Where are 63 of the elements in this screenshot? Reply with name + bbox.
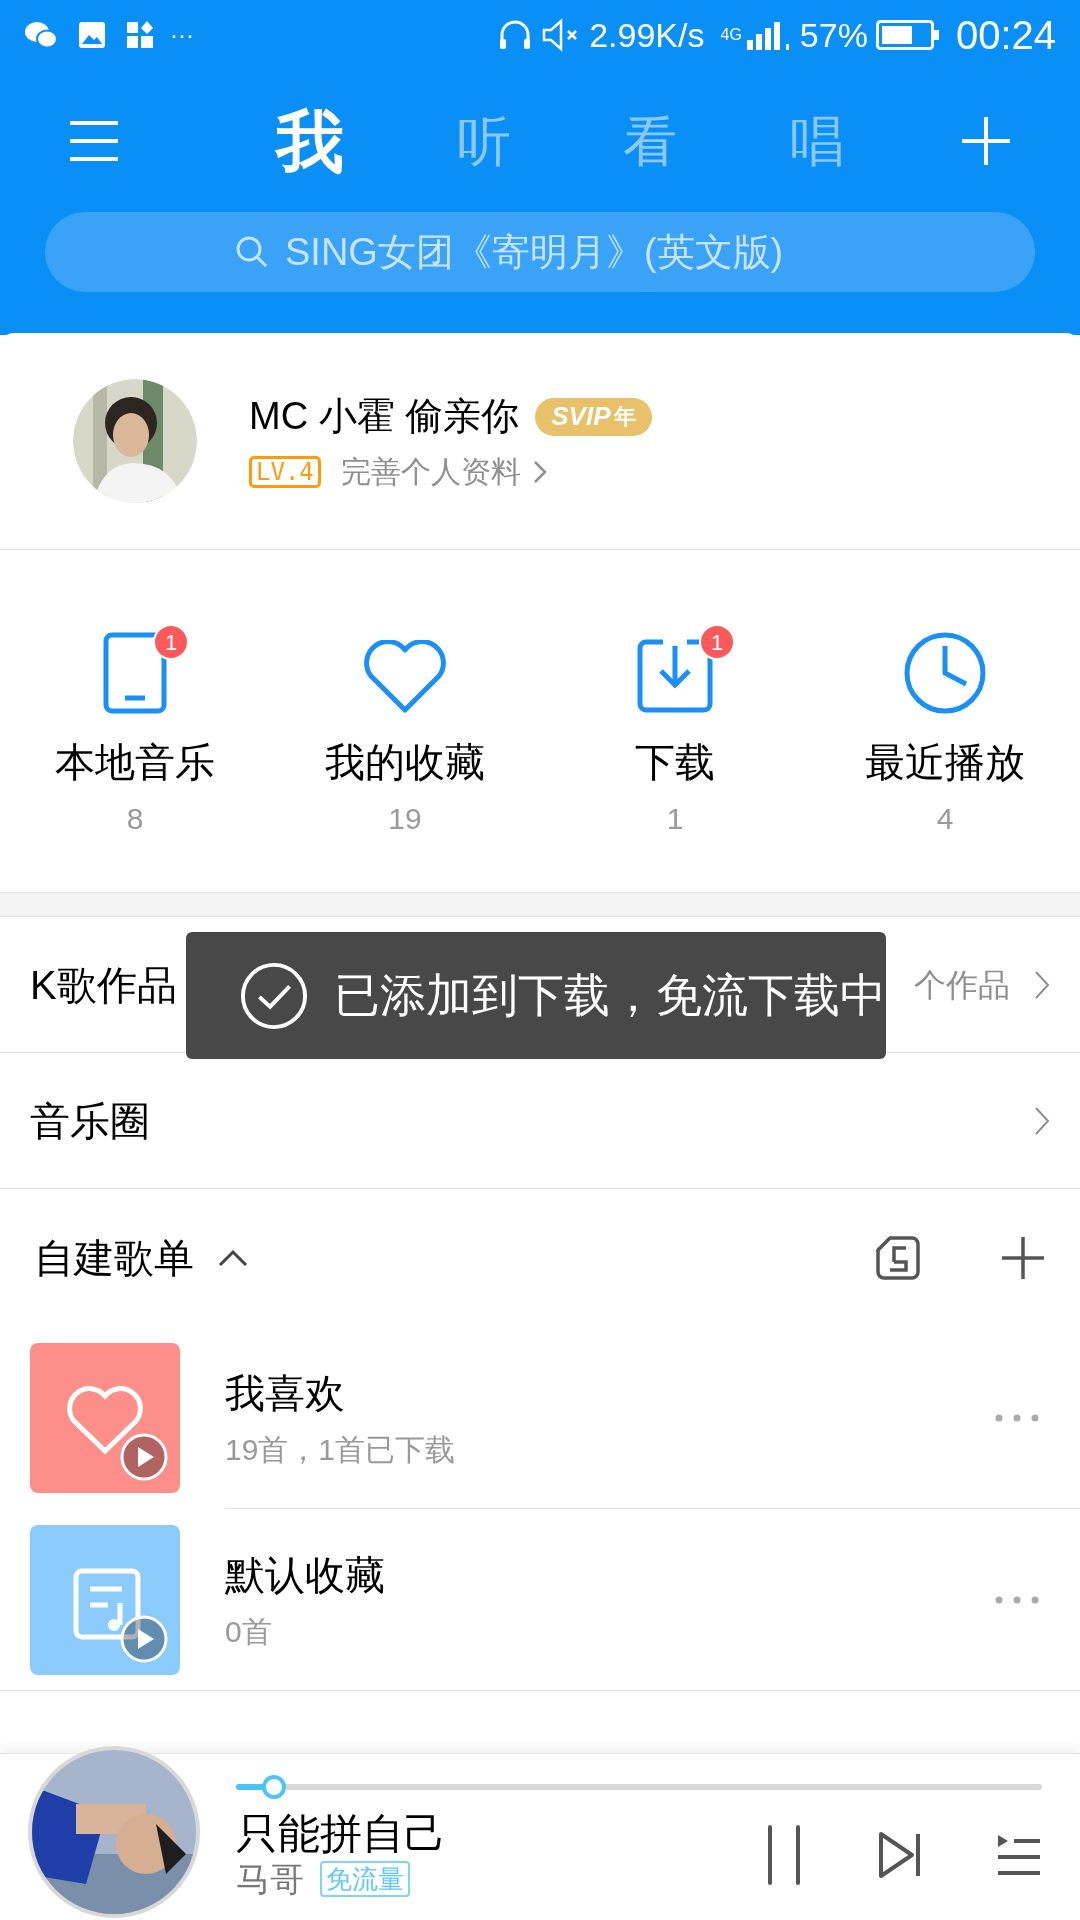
shortcut-count: 8 bbox=[126, 801, 144, 837]
playlist-title[interactable]: 我喜欢 bbox=[225, 1363, 994, 1423]
next-icon bbox=[878, 1830, 922, 1879]
battery-icon bbox=[875, 20, 940, 50]
battery-percent: 57% bbox=[799, 14, 868, 56]
row-label: 音乐圈 bbox=[30, 1097, 150, 1145]
playlist-subtitle: 0首 bbox=[225, 1614, 273, 1650]
progress-thumb[interactable] bbox=[262, 1774, 287, 1799]
add-button[interactable] bbox=[960, 115, 1012, 167]
row-label: K歌作品 bbox=[30, 961, 177, 1009]
artist-name: 马哥 bbox=[236, 1861, 304, 1896]
playlist-button[interactable] bbox=[996, 1832, 1042, 1877]
playlist-cover[interactable] bbox=[30, 1343, 180, 1493]
download-icon bbox=[637, 638, 713, 714]
shortcut-count: 4 bbox=[936, 801, 954, 837]
chevron-icon bbox=[532, 459, 547, 484]
collapse-icon[interactable] bbox=[218, 1249, 248, 1267]
import-icon[interactable] bbox=[876, 1236, 920, 1280]
count-badge: 1 bbox=[699, 624, 735, 660]
user-name: MC 小霍 偷亲你 bbox=[249, 394, 520, 439]
phone-icon bbox=[103, 632, 167, 714]
search-icon bbox=[235, 235, 269, 269]
chevron-icon bbox=[1034, 969, 1050, 1000]
song-title: 只能拼自己 bbox=[236, 1812, 447, 1855]
queue-icon bbox=[996, 1832, 1042, 1877]
plus-icon bbox=[960, 115, 1012, 167]
search-field[interactable]: SING女团《寄明月》(英文版) bbox=[45, 212, 1035, 292]
search-input[interactable]: SING女团《寄明月》(英文版) bbox=[285, 223, 845, 281]
more-icon[interactable] bbox=[994, 1594, 1040, 1605]
chevron-icon bbox=[1034, 1105, 1050, 1136]
menu-icon bbox=[68, 119, 120, 163]
playlist-title[interactable]: 默认收藏 bbox=[225, 1545, 994, 1605]
row-detail: 个作品 bbox=[914, 965, 1010, 1005]
plus-icon[interactable] bbox=[1000, 1235, 1046, 1281]
count-badge: 1 bbox=[153, 624, 189, 660]
playlist-cover[interactable] bbox=[30, 1524, 180, 1675]
playlist-subtitle: 19首，1首已下载 bbox=[225, 1432, 457, 1468]
clock: 00:24 bbox=[955, 12, 1056, 59]
signal-icon bbox=[745, 20, 792, 50]
next-button[interactable] bbox=[878, 1830, 922, 1879]
section-title: 自建歌单 bbox=[34, 1235, 194, 1282]
shortcut-label[interactable]: 最近播放 bbox=[865, 732, 1025, 792]
vip-badge: SVIP年 bbox=[535, 397, 653, 436]
image-icon bbox=[78, 21, 106, 49]
more-notifications: ··· bbox=[170, 20, 194, 50]
shortcut-count: 19 bbox=[388, 801, 422, 837]
menu-button[interactable] bbox=[68, 119, 120, 163]
shortcut-label[interactable]: 下载 bbox=[635, 732, 715, 792]
shortcut-count: 1 bbox=[666, 801, 684, 837]
shortcut-label[interactable]: 本地音乐 bbox=[55, 732, 215, 792]
level-badge: LV.4 bbox=[249, 455, 321, 488]
toast-message: 已添加到下载，免流下载中 bbox=[334, 968, 886, 1023]
network-type: 4G bbox=[720, 27, 742, 43]
network-speed: 2.99K/s bbox=[589, 14, 705, 56]
apps-icon bbox=[126, 21, 154, 49]
more-icon[interactable] bbox=[994, 1412, 1040, 1423]
free-data-tag: 免流量 bbox=[320, 1860, 410, 1897]
progress-track[interactable] bbox=[236, 1774, 1042, 1799]
shortcut-label[interactable]: 我的收藏 bbox=[325, 732, 485, 792]
clock-icon bbox=[904, 632, 986, 714]
chat-icon bbox=[24, 20, 58, 50]
heart-icon bbox=[362, 640, 448, 714]
check-circle-icon bbox=[240, 960, 308, 1031]
